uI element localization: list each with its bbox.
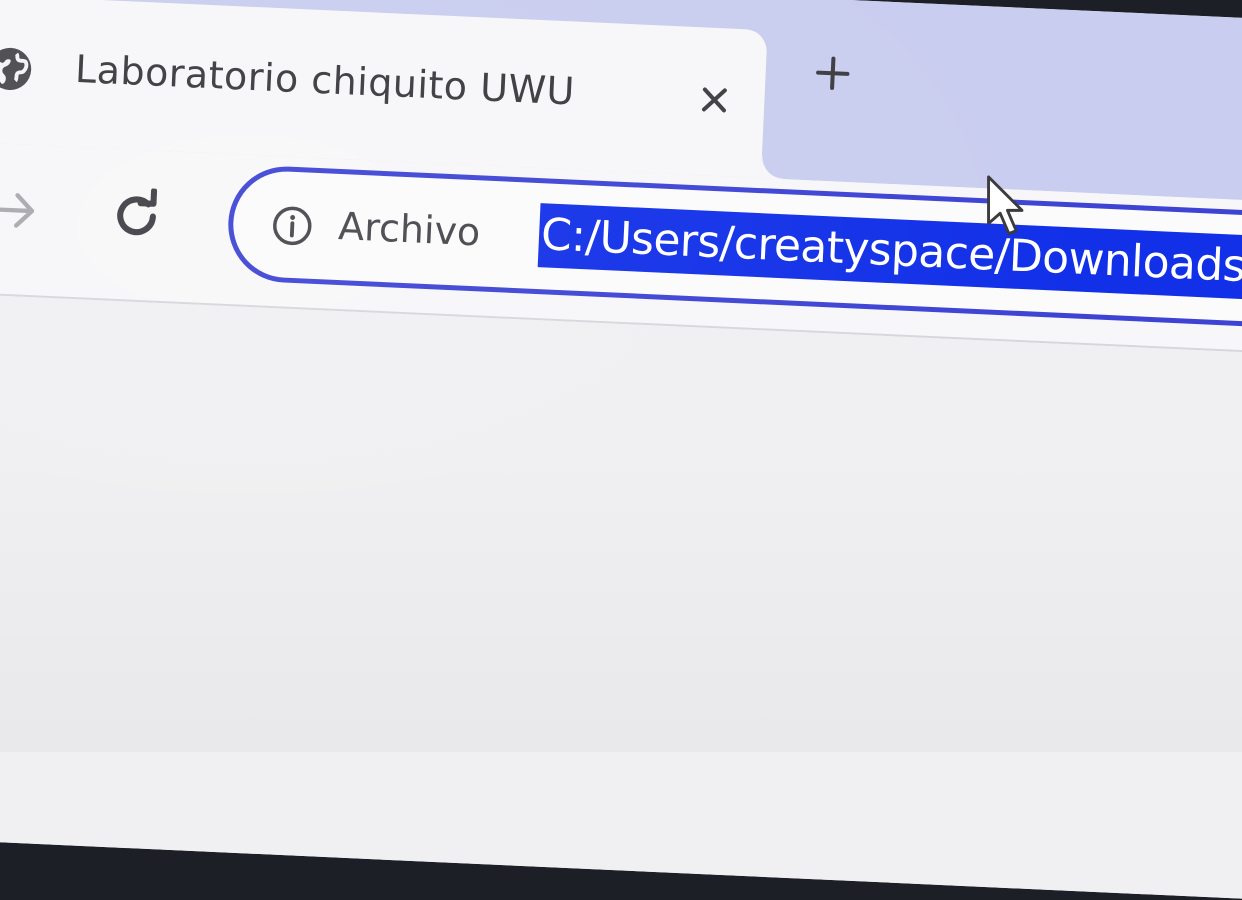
page-content	[0, 293, 1242, 900]
plus-icon[interactable]	[810, 50, 856, 96]
close-icon[interactable]	[694, 79, 736, 121]
arrow-right-icon[interactable]	[0, 183, 42, 237]
globe-icon	[0, 47, 32, 91]
url-text-selected[interactable]: C:/Users/creatyspace/Downloads/la	[537, 203, 1242, 302]
tab-title: Laboratorio chiquito UWU	[74, 46, 576, 114]
reload-icon[interactable]	[107, 187, 165, 245]
mouse-cursor-icon	[987, 175, 1024, 236]
scheme-label: Archivo	[337, 204, 482, 255]
info-icon[interactable]	[270, 204, 314, 248]
browser-window: Laboratorio chiquito UWU Archivo C:/User…	[0, 0, 1242, 900]
